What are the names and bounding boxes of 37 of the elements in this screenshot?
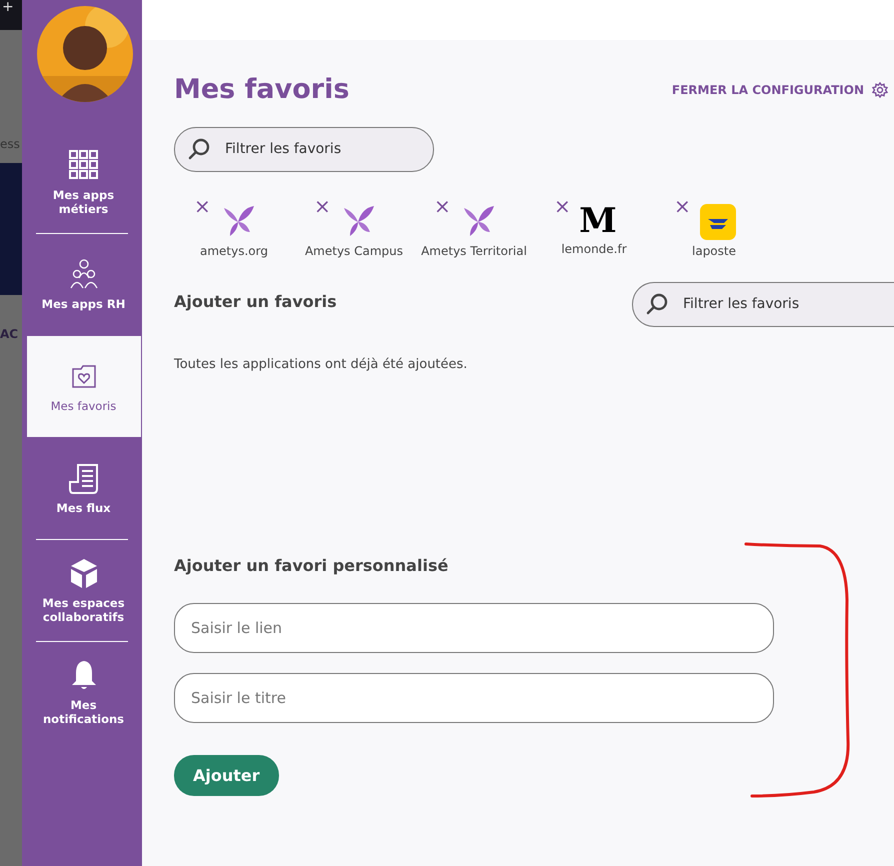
favorite-label[interactable]: Ametys Campus (304, 242, 404, 260)
search-icon (188, 138, 210, 160)
section-title: Ajouter un favoris (174, 290, 337, 312)
sidebar-item[interactable]: Mes flux (26, 438, 140, 539)
grid-icon (68, 148, 100, 181)
title-input-field[interactable]: Saisir le titre (174, 673, 774, 723)
remove-button[interactable]: × (674, 196, 691, 216)
sidebar-item[interactable]: Mes notifications (26, 642, 140, 743)
search-field[interactable]: Filtrer les favoris (174, 126, 434, 172)
favorite-label[interactable]: ametys.org (200, 242, 268, 260)
page-title: Mes favoris (174, 73, 350, 107)
sidebar-item[interactable]: Mes apps métiers (26, 132, 140, 233)
postal-logo-icon (700, 204, 736, 240)
document-icon (68, 462, 100, 494)
newspaper-logo: M (579, 204, 617, 238)
sidebar-item[interactable]: Mes espaces collaboratifs (26, 540, 140, 641)
remove-button[interactable]: × (434, 196, 451, 216)
close-configuration-link[interactable]: FERMER LA CONFIGURATION (672, 81, 888, 100)
plus-icon[interactable]: + (0, 0, 22, 30)
page-text: ess (0, 136, 21, 153)
remove-button[interactable]: × (194, 196, 211, 216)
favorite-label[interactable]: Ametys Territorial (421, 242, 527, 260)
info-message: Toutes les applications ont déjà été ajoutées. (174, 356, 468, 374)
sidebar-item[interactable]: Mes favoris (26, 336, 140, 437)
search-icon (646, 292, 668, 314)
add-button[interactable]: Ajouter (174, 755, 279, 796)
section-title: Ajouter un favori personnalisé (174, 555, 450, 577)
favorite-label[interactable]: lemonde.fr (561, 240, 627, 258)
search-field[interactable]: Filtrer les favoris (632, 282, 894, 326)
favorite-label[interactable]: laposte (692, 242, 736, 260)
settings-icon (872, 82, 888, 98)
link-input-field[interactable]: Saisir le lien (174, 603, 774, 653)
remove-button[interactable]: × (554, 196, 571, 216)
people-icon (68, 258, 100, 290)
remove-button[interactable]: × (314, 196, 331, 216)
sidebar-item[interactable]: Mes apps RH (26, 234, 140, 335)
page-text: AC (0, 326, 20, 343)
